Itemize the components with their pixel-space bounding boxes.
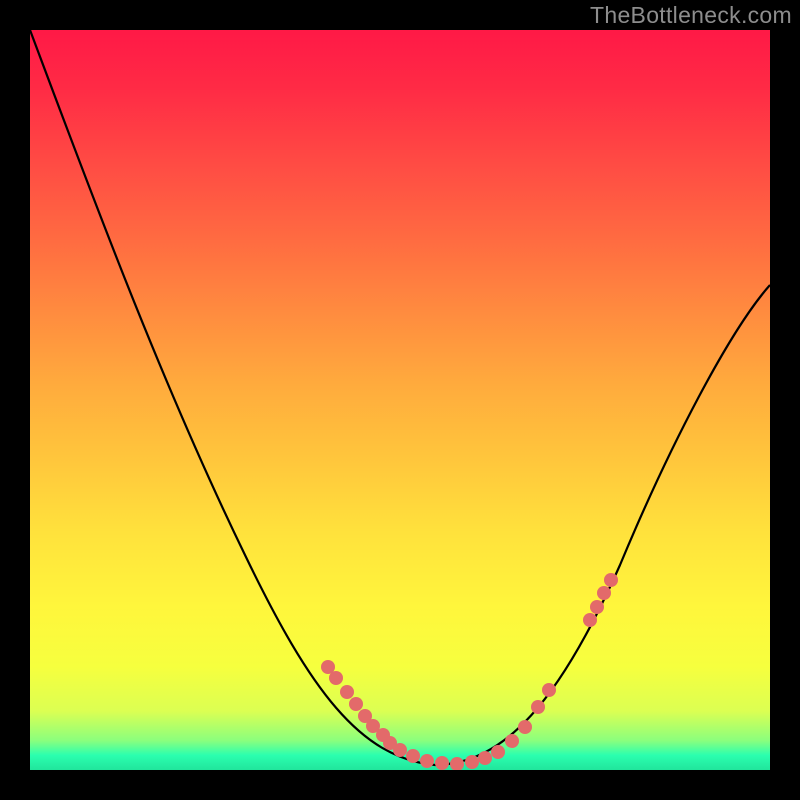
watermark-text: TheBottleneck.com — [590, 2, 792, 29]
plot-area — [30, 30, 770, 770]
curve-svg — [30, 30, 770, 770]
bottleneck-curve — [30, 30, 770, 765]
chart-frame: TheBottleneck.com — [0, 0, 800, 800]
dotted-overlay — [328, 580, 611, 764]
